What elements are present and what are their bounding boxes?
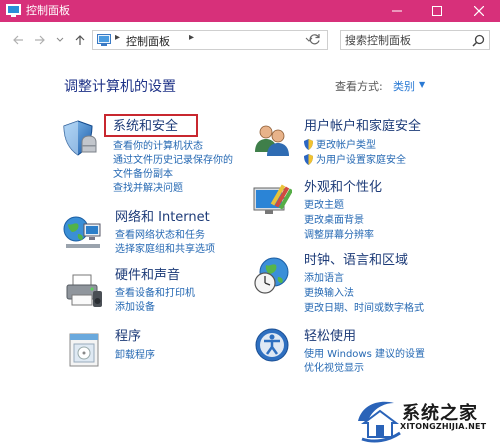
forward-button[interactable] — [32, 32, 48, 48]
search-input[interactable] — [341, 31, 469, 49]
link-change-date-time-format[interactable]: 更改日期、时间或数字格式 — [304, 303, 424, 315]
category-title-appearance[interactable]: 外观和个性化 — [304, 180, 382, 196]
back-arrow-icon — [13, 35, 23, 45]
link-change-theme[interactable]: 更改主题 — [304, 200, 344, 212]
maximize-icon — [432, 6, 442, 16]
link-text[interactable]: 为用户设置家庭安全 — [316, 155, 406, 166]
link-windows-suggested-settings[interactable]: 使用 Windows 建议的设置 — [304, 349, 425, 361]
link-change-input-method[interactable]: 更换输入法 — [304, 288, 354, 300]
chevron-right-icon[interactable]: ▸ — [189, 32, 194, 43]
category-title-network-internet[interactable]: 网络和 Internet — [115, 210, 210, 226]
category-title-hardware-sound[interactable]: 硬件和声音 — [115, 268, 180, 284]
category-title-clock-language[interactable]: 时钟、语言和区域 — [304, 253, 408, 269]
view-by-dropdown[interactable]: 类别 — [393, 78, 415, 94]
category-title-user-accounts[interactable]: 用户帐户和家庭安全 — [304, 119, 421, 135]
link-optimize-visual-display[interactable]: 优化视觉显示 — [304, 363, 364, 375]
up-button[interactable] — [72, 32, 88, 48]
uac-shield-icon — [304, 154, 313, 165]
navigation-bar: ▸ 控制面板 ▸ — [0, 22, 500, 60]
address-bar[interactable]: ▸ 控制面板 ▸ — [92, 30, 328, 50]
house-logo-icon — [358, 401, 401, 443]
close-icon — [474, 6, 484, 16]
up-arrow-icon — [75, 35, 85, 45]
title-bar: 控制面板 — [0, 0, 500, 22]
refresh-button[interactable] — [308, 33, 324, 49]
link-file-backup-copy[interactable]: 文件备份副本 — [113, 169, 173, 181]
link-change-account-type[interactable]: 更改帐户类型 — [304, 139, 376, 152]
category-programs — [64, 330, 254, 370]
printer-icon[interactable] — [64, 271, 104, 311]
chevron-down-icon — [56, 37, 64, 42]
link-devices-printers[interactable]: 查看设备和打印机 — [115, 288, 195, 300]
link-view-computer-status[interactable]: 查看你的计算机状态 — [113, 141, 203, 153]
link-adjust-resolution[interactable]: 调整屏幕分辨率 — [304, 230, 374, 242]
control-panel-icon — [97, 34, 111, 46]
link-uninstall-program[interactable]: 卸载程序 — [115, 350, 155, 362]
refresh-icon — [309, 34, 320, 45]
link-add-language[interactable]: 添加语言 — [304, 273, 344, 285]
chevron-down-icon[interactable]: ▼ — [419, 80, 425, 89]
link-add-device[interactable]: 添加设备 — [115, 302, 155, 314]
highlight-annotation — [104, 114, 198, 137]
link-file-history[interactable]: 通过文件历史记录保存你的 — [113, 155, 233, 167]
shield-icon[interactable] — [60, 118, 100, 158]
page-title: 调整计算机的设置 — [64, 79, 176, 95]
chevron-right-icon[interactable]: ▸ — [115, 32, 120, 43]
ease-of-access-icon[interactable] — [254, 326, 294, 366]
link-change-desktop-background[interactable]: 更改桌面背景 — [304, 215, 364, 227]
minimize-button[interactable] — [378, 0, 416, 22]
address-path[interactable]: 控制面板 — [126, 33, 170, 49]
appearance-icon[interactable] — [252, 180, 292, 220]
close-button[interactable] — [460, 0, 498, 22]
link-family-safety[interactable]: 为用户设置家庭安全 — [304, 154, 406, 167]
watermark: 系统之家 XITONGZHIJIA.NET — [354, 389, 500, 446]
network-globe-icon[interactable] — [62, 212, 102, 252]
control-panel-icon — [6, 4, 21, 17]
back-button[interactable] — [10, 32, 26, 48]
minimize-icon — [392, 10, 402, 12]
link-text[interactable]: 更改帐户类型 — [316, 140, 376, 151]
link-troubleshoot[interactable]: 查找并解决问题 — [113, 183, 183, 195]
category-title-ease-of-access[interactable]: 轻松使用 — [304, 329, 356, 345]
link-homegroup[interactable]: 选择家庭组和共享选项 — [115, 244, 215, 256]
search-icon[interactable] — [472, 34, 485, 47]
users-icon[interactable] — [252, 120, 292, 160]
view-by-label: 查看方式: — [335, 80, 383, 93]
forward-arrow-icon — [35, 35, 45, 45]
programs-icon[interactable] — [64, 330, 104, 370]
recent-locations-button[interactable] — [52, 32, 68, 48]
maximize-button[interactable] — [418, 0, 456, 22]
link-network-status[interactable]: 查看网络状态和任务 — [115, 230, 205, 242]
clock-globe-icon[interactable] — [252, 255, 292, 295]
category-title-programs[interactable]: 程序 — [115, 329, 141, 345]
search-box[interactable] — [340, 30, 490, 50]
uac-shield-icon — [304, 139, 313, 150]
watermark-url: XITONGZHIJIA.NET — [400, 422, 487, 431]
window-title: 控制面板 — [26, 4, 70, 17]
